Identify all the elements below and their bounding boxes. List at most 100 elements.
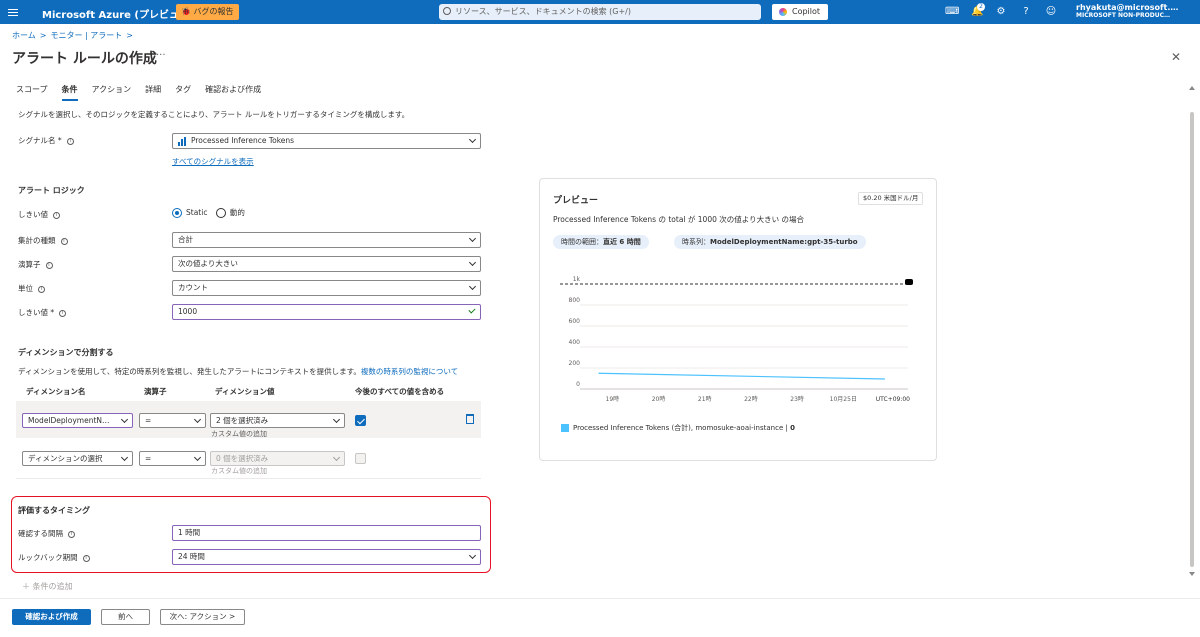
preview-panel: プレビュー $0.20 米国ドル/月 Processed Inference T…: [539, 178, 937, 461]
unit-dropdown[interactable]: カウント: [172, 280, 481, 296]
breadcrumb: ホーム > モニター | アラート >: [12, 30, 137, 41]
chevron-down-icon: [332, 415, 341, 424]
signal-name-label-text: シグナル名 *: [18, 136, 62, 145]
add-custom-value-link[interactable]: カスタム値の追加: [211, 429, 267, 439]
lookback-period-value: 24 時間: [178, 552, 205, 561]
plus-icon: ＋: [22, 582, 33, 591]
x-axis-timezone: UTC+09:00: [876, 396, 910, 403]
tab-details[interactable]: 詳細: [145, 84, 161, 101]
close-icon[interactable]: ✕: [1171, 50, 1181, 64]
lookback-period-dropdown[interactable]: 24 時間: [172, 549, 481, 565]
info-icon: i: [60, 237, 68, 245]
copilot-label: Copilot: [792, 7, 821, 16]
vertical-scrollbar[interactable]: [1189, 86, 1195, 576]
monitor-multiple-series-link[interactable]: 複数の時系列の監視について: [361, 367, 458, 376]
threshold-static-radio[interactable]: Static: [172, 208, 207, 218]
breadcrumb-home[interactable]: ホーム: [12, 31, 36, 40]
lookback-period-label-text: ルックバック期間: [18, 553, 78, 562]
tab-tags[interactable]: タグ: [175, 84, 191, 101]
x-tick-label: 23時: [790, 395, 804, 403]
threshold-value: 1000: [178, 307, 198, 316]
info-icon: i: [53, 211, 60, 219]
dimension-operator-value: =: [145, 416, 152, 425]
help-icon[interactable]: ?: [1020, 6, 1032, 18]
check-interval-dropdown[interactable]: 1 時間: [172, 525, 481, 541]
aggregation-value: 合計: [178, 235, 193, 244]
chevron-down-icon: [193, 453, 202, 462]
report-bug-button[interactable]: 🐞 バグの報告: [176, 4, 239, 20]
time-series-value: ModelDeploymentName:gpt-35-turbo: [710, 238, 858, 246]
include-future-values-checkbox[interactable]: [355, 415, 366, 426]
dimension-values-dropdown-disabled: 0 個を選択済み: [210, 451, 345, 466]
operator-dropdown[interactable]: 次の値より大きい: [172, 256, 481, 272]
threshold-radio-group: Static 動的: [172, 207, 245, 218]
add-condition-button[interactable]: ＋ 条件の追加: [22, 581, 73, 592]
dimensions-description: ディメンションを使用して、特定の時系列を監視し、発生したアラートにコンテキストを…: [18, 366, 458, 377]
scroll-down-icon[interactable]: [1189, 572, 1195, 576]
y-tick-label: 200: [569, 360, 581, 367]
signal-name-label: シグナル名 * i: [18, 135, 74, 146]
divider: [16, 478, 481, 479]
delete-trash-icon[interactable]: [466, 414, 474, 424]
dimensions-heading: ディメンションで分割する: [18, 348, 114, 357]
x-tick-label: 21時: [698, 395, 712, 403]
unit-label-text: 単位: [18, 284, 33, 293]
threshold-value-label: しきい値 * i: [18, 307, 67, 318]
add-condition-label: 条件の追加: [32, 582, 73, 591]
price-badge: $0.20 米国ドル/月: [858, 192, 924, 205]
feedback-icon[interactable]: ☺: [1045, 6, 1057, 18]
chevron-down-icon: [332, 453, 341, 462]
tab-review-create[interactable]: 確認および作成: [205, 84, 261, 101]
portal-title[interactable]: Microsoft Azure (プレビュー): [42, 6, 194, 21]
dimension-operator-dropdown-empty[interactable]: =: [139, 451, 206, 466]
time-series-pill: 時系列：ModelDeploymentName:gpt-35-turbo: [674, 235, 866, 249]
scroll-up-icon[interactable]: [1189, 86, 1195, 90]
tab-condition[interactable]: 条件: [61, 84, 78, 101]
dimension-operator-value: =: [145, 454, 152, 463]
review-create-button[interactable]: 確認および作成: [12, 609, 91, 625]
user-name: rhyakuta@microsoft.…: [1076, 3, 1179, 12]
chevron-down-icon: [468, 551, 477, 560]
tab-scope[interactable]: スコープ: [16, 84, 48, 101]
breadcrumb-monitor-alerts[interactable]: モニター | アラート: [50, 31, 122, 40]
dimension-name-dropdown-empty[interactable]: ディメンションの選択: [22, 451, 133, 466]
time-range-pill: 時間の範囲：直近 6 時間: [553, 235, 649, 249]
next-actions-button[interactable]: 次へ: アクション >: [160, 609, 245, 625]
scrollbar-thumb[interactable]: [1190, 112, 1194, 567]
show-all-signals-link[interactable]: すべてのシグナルを表示: [172, 156, 254, 167]
check-interval-label-text: 確認する間隔: [18, 529, 63, 538]
y-tick-label: 400: [569, 339, 581, 346]
tab-actions[interactable]: アクション: [92, 84, 132, 101]
previous-button[interactable]: 前へ: [101, 609, 150, 625]
dimension-values-dropdown[interactable]: 2 個を選択済み: [210, 413, 345, 428]
signal-name-dropdown[interactable]: Processed Inference Tokens: [172, 133, 481, 149]
dimension-name-dropdown[interactable]: ModelDeploymentN…: [22, 413, 133, 428]
hamburger-menu-icon[interactable]: [8, 5, 22, 19]
legend-value: 0: [790, 424, 795, 432]
chevron-down-icon: [468, 282, 477, 291]
search-input[interactable]: リソース、サービス、ドキュメントの検索 (G+/): [439, 4, 761, 20]
operator-label-text: 演算子: [18, 260, 41, 269]
time-range-value: 直近 6 時間: [603, 238, 641, 246]
aggregation-dropdown[interactable]: 合計: [172, 232, 481, 248]
search-icon: [443, 7, 451, 15]
info-icon: i: [66, 137, 74, 145]
chevron-down-icon: [120, 453, 129, 462]
more-options-icon[interactable]: ···: [156, 50, 166, 61]
operator-value: 次の値より大きい: [178, 259, 238, 268]
x-tick-label: 20時: [652, 395, 666, 403]
top-bar: Microsoft Azure (プレビュー) 🐞 バグの報告 リソース、サービ…: [0, 0, 1200, 24]
settings-gear-icon[interactable]: ⚙: [995, 6, 1007, 18]
dimension-operator-dropdown[interactable]: =: [139, 413, 206, 428]
add-custom-value-disabled: カスタム値の追加: [211, 467, 267, 475]
account-menu[interactable]: rhyakuta@microsoft.… MICROSOFT NON-PRODU…: [1076, 3, 1196, 19]
threshold-label: しきい値 i: [18, 209, 60, 220]
threshold-value-input[interactable]: 1000: [172, 304, 481, 320]
copilot-button[interactable]: Copilot: [772, 4, 828, 20]
threshold-dynamic-radio[interactable]: 動的: [215, 208, 245, 218]
threshold-dynamic-label: 動的: [229, 208, 245, 217]
cloud-shell-icon[interactable]: ⌨: [945, 6, 959, 18]
y-tick-label: 1k: [573, 276, 581, 283]
column-include-future-values: 今後のすべての値を含める: [355, 387, 445, 396]
lookback-period-label: ルックバック期間 i: [18, 552, 90, 563]
